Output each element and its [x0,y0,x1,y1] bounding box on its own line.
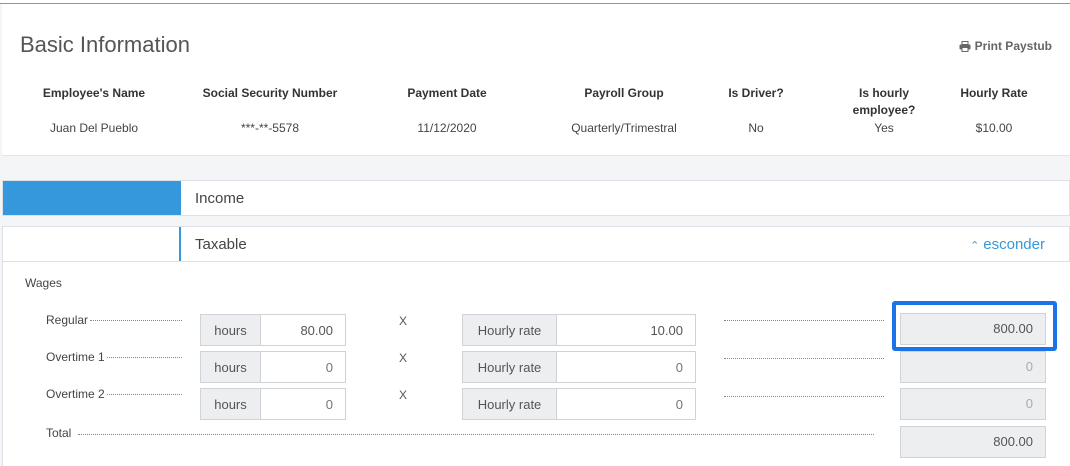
basic-information-card: Basic Information Print Paystub Employee… [2,4,1070,156]
hide-section-label: esconder [983,236,1045,253]
regular-hours-input[interactable] [261,315,345,345]
employee-name-header: Employee's Name [42,86,146,100]
hours-addon: hours [201,315,261,345]
payment-date-header: Payment Date [407,86,487,100]
regular-rate-input[interactable] [557,315,695,345]
overtime1-rate-input[interactable] [557,352,695,382]
ssn-header: Social Security Number [202,86,338,100]
employee-name-value: Juan Del Pueblo [49,121,139,135]
overtime2-hours-group: hours [200,388,346,420]
hourly-rate-addon: Hourly rate [463,352,557,382]
is-driver-value: No [748,121,764,135]
hours-addon: hours [201,352,261,382]
hide-section-link[interactable]: ⌃ esconder [970,236,1045,253]
ssn-value: ***-**-5578 [240,121,300,135]
total-amount: 800.00 [900,426,1046,458]
regular-rate-group: Hourly rate [462,314,696,346]
hourly-rate-addon: Hourly rate [463,389,557,419]
hours-addon: hours [201,389,261,419]
chevron-up-icon: ⌃ [970,240,980,252]
income-label: Income [195,190,245,207]
hourly-rate-addon: Hourly rate [463,315,557,345]
taxable-side-block [3,227,181,261]
overtime2-hours-input[interactable] [261,389,345,419]
payroll-group-value: Quarterly/Trimestral [571,121,677,135]
overtime2-rate-input[interactable] [557,389,695,419]
highlight-box [892,301,1057,351]
taxable-section-header: Taxable ⌃ esconder [2,226,1070,262]
is-hourly-value: Yes [874,121,894,135]
overtime1-hours-input[interactable] [261,352,345,382]
is-hourly-header: Is hourly employee? [852,86,916,117]
overtime1-amount: 0 [900,351,1046,383]
overtime2-amount: 0 [900,388,1046,420]
leader-dots [724,320,884,321]
total-leader-dots [78,434,874,435]
multiply-sign: X [399,351,408,365]
taxable-label: Taxable [195,236,247,253]
overtime1-row-label: Overtime 1 [46,350,182,364]
hourly-rate-header: Hourly Rate [960,86,1028,100]
page-title: Basic Information [20,32,190,57]
income-section-header[interactable]: Income [2,180,1070,216]
wages-title: Wages [25,276,62,290]
payment-date-value: 11/12/2020 [417,121,477,135]
print-paystub-button[interactable]: Print Paystub [959,39,1052,53]
leader-dots [724,358,884,359]
overtime2-row-label: Overtime 2 [46,387,182,401]
regular-hours-group: hours [200,314,346,346]
printer-icon [959,40,971,52]
hourly-rate-value: $10.00 [975,121,1013,135]
leader-dots [724,396,884,397]
multiply-sign: X [399,388,408,402]
print-paystub-label: Print Paystub [974,39,1052,53]
income-accent-block [3,181,181,215]
overtime1-hours-group: hours [200,351,346,383]
is-driver-header: Is Driver? [728,86,784,100]
total-row-label: Total [46,426,72,440]
overtime2-rate-group: Hourly rate [462,388,696,420]
multiply-sign: X [399,314,408,328]
regular-row-label: Regular [46,313,182,327]
payroll-group-header: Payroll Group [584,86,664,100]
overtime1-rate-group: Hourly rate [462,351,696,383]
